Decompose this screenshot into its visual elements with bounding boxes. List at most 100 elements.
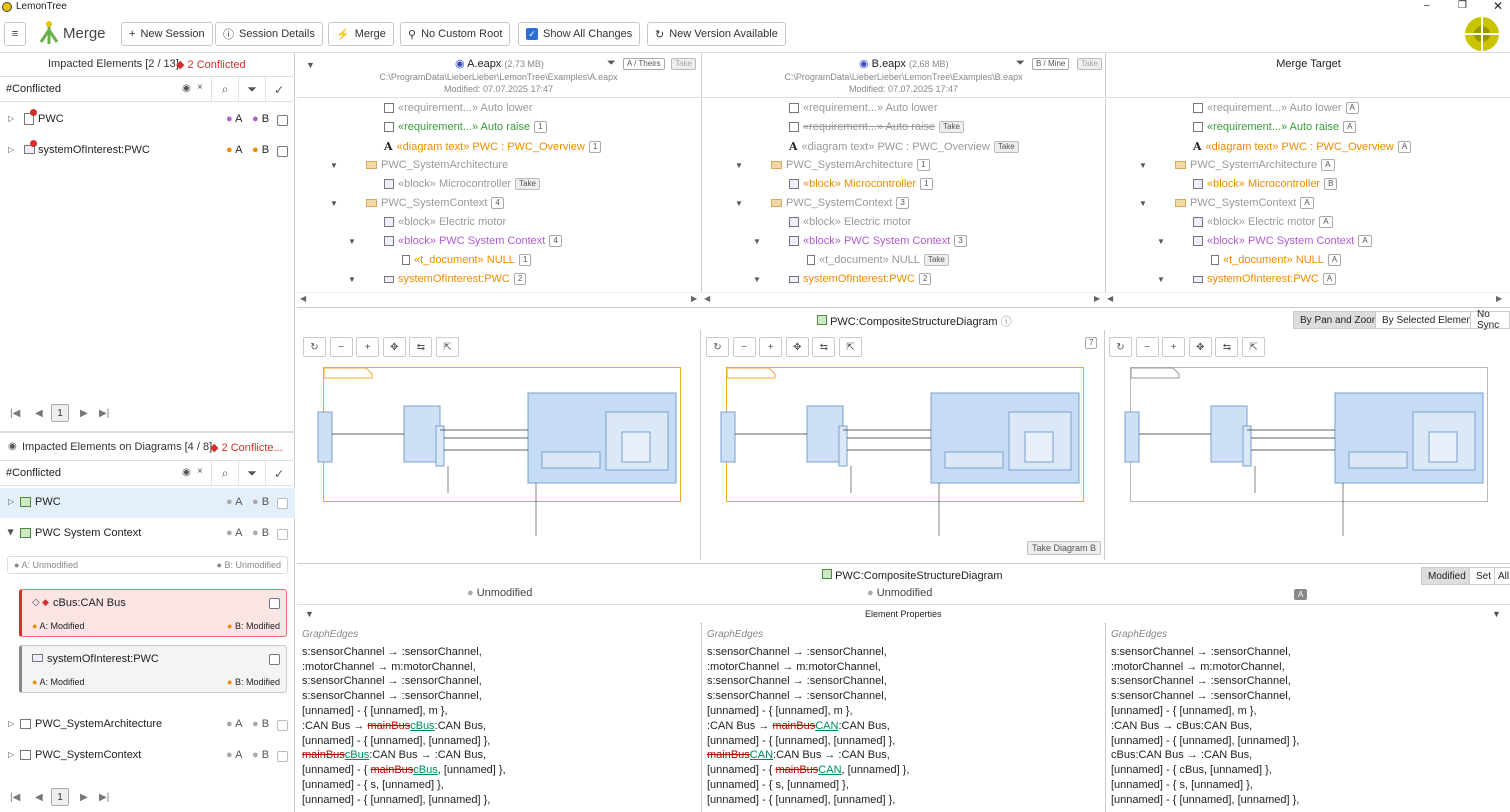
expand-icon[interactable]: ▼	[753, 275, 761, 284]
item-checkbox[interactable]	[277, 115, 288, 126]
sync-pan-zoom-button[interactable]: By Pan and Zoom	[1293, 311, 1388, 329]
next-page-icon[interactable]: ▶	[80, 408, 88, 419]
collapse-icon[interactable]: ▼	[306, 60, 315, 70]
impacted-filter-input[interactable]: #Conflicted	[6, 83, 61, 95]
tree-item[interactable]: «block» Microcontroller 1	[789, 178, 933, 190]
tree-item[interactable]: «requirement...» Auto lower A	[1193, 102, 1359, 114]
card-checkbox[interactable]	[269, 654, 280, 665]
expand-icon[interactable]: ▷	[8, 145, 14, 154]
diagram-canvas[interactable]	[1124, 367, 1488, 536]
collapse-icon[interactable]: ▼	[305, 609, 314, 619]
refresh-icon[interactable]: ↻	[1109, 337, 1132, 357]
collapse-icon[interactable]: ▼	[1492, 609, 1501, 619]
tree-item[interactable]: «t_document» NULL A	[1211, 254, 1342, 266]
session-details-button[interactable]: ⓘ Session Details	[215, 22, 323, 46]
impacted-item-systemofinterest[interactable]: ▷ systemOfInterest:PWC ● A ● B	[0, 136, 295, 166]
tree-item[interactable]: ▼ PWC_SystemArchitecture	[330, 159, 508, 171]
tree-item[interactable]: ▼ PWC_SystemContext A	[1139, 197, 1314, 209]
diagram-filter-input[interactable]: #Conflicted	[6, 467, 61, 479]
zoom-out-icon[interactable]: −	[1135, 337, 1159, 357]
tree-item[interactable]: ▼ «block» PWC System Context 4	[348, 235, 562, 247]
take-button[interactable]: Take	[515, 178, 541, 190]
filter-icon[interactable]: ⏷	[238, 77, 265, 102]
filter-icon[interactable]: ⏷	[238, 461, 265, 486]
collapse-icon[interactable]: ▶	[7, 529, 16, 535]
info-icon[interactable]: ⓘ	[1001, 316, 1012, 328]
restore-icon[interactable]: ❐	[1458, 0, 1467, 11]
zoom-out-icon[interactable]: −	[329, 337, 353, 357]
tree-item[interactable]: «requirement...» Auto raise A	[1193, 121, 1357, 133]
fit-icon[interactable]: ✥	[1188, 337, 1212, 357]
filter-modified-button[interactable]: Modified	[1421, 567, 1473, 585]
refresh-icon[interactable]: ↻	[706, 337, 729, 357]
swap-icon[interactable]: ⇆	[812, 337, 836, 357]
diagram-canvas[interactable]	[317, 367, 681, 536]
item-checkbox[interactable]	[277, 146, 288, 157]
tree-item[interactable]: ▼ systemOfInterest:PWC 2	[348, 273, 527, 285]
open-external-icon[interactable]: ⇱	[839, 337, 862, 357]
first-page-icon[interactable]: |◀	[10, 408, 20, 419]
prev-page-icon[interactable]: ◀	[35, 792, 43, 803]
expand-icon[interactable]: ▼	[735, 199, 743, 208]
tree-item[interactable]: «t_document» NULL 1	[402, 254, 532, 266]
search-icon[interactable]: ⌕	[211, 77, 238, 102]
item-checkbox[interactable]	[277, 720, 288, 731]
show-all-changes-toggle[interactable]: ✓ Show All Changes	[518, 22, 641, 46]
tree-item[interactable]: «block» Microcontroller B	[1193, 178, 1338, 190]
filter-icon[interactable]: ⏷	[1016, 57, 1025, 70]
tree-item[interactable]: ▼ PWC_SystemArchitecture A	[1139, 159, 1335, 171]
new-version-button[interactable]: ↻ New Version Available	[647, 22, 786, 46]
page-number[interactable]: 1	[51, 404, 69, 422]
tree-item[interactable]: «requirement...» Auto lower	[789, 102, 938, 114]
expand-icon[interactable]: ▷	[8, 114, 14, 123]
card-checkbox[interactable]	[269, 598, 280, 609]
tree-item[interactable]: A «diagram text» PWC : PWC_Overview 1	[384, 140, 602, 153]
last-page-icon[interactable]: ▶|	[99, 792, 109, 803]
tree-item[interactable]: ▼ «block» PWC System Context 3	[753, 235, 967, 247]
take-all-button[interactable]: Take	[671, 58, 696, 70]
expand-icon[interactable]: ▷	[8, 719, 14, 728]
minimize-icon[interactable]: –	[1424, 0, 1430, 11]
item-checkbox[interactable]	[277, 529, 288, 540]
tree-item[interactable]: A «diagram text» PWC : PWC_Overview Take	[789, 140, 1019, 153]
tree-item[interactable]: ▼ «block» PWC System Context A	[1157, 235, 1372, 247]
open-external-icon[interactable]: ⇱	[436, 337, 459, 357]
tree-item[interactable]: ▼ PWC_SystemContext 4	[330, 197, 504, 209]
zoom-in-icon[interactable]: +	[759, 337, 783, 357]
last-page-icon[interactable]: ▶|	[99, 408, 109, 419]
check-all-icon[interactable]: ✓	[265, 461, 292, 486]
next-page-icon[interactable]: ▶	[80, 792, 88, 803]
diagram-item-pwc[interactable]: ▷ PWC ● A ● B	[0, 488, 295, 518]
refresh-icon[interactable]: ↻	[303, 337, 326, 357]
zoom-in-icon[interactable]: +	[1162, 337, 1186, 357]
no-sync-button[interactable]: No Sync	[1470, 309, 1510, 331]
scroll-left-icon[interactable]: ◀	[300, 294, 306, 303]
check-all-icon[interactable]: ✓	[265, 77, 292, 102]
scroll-left-icon[interactable]: ◀	[704, 294, 710, 303]
tree-item[interactable]: ▼ PWC_SystemArchitecture 1	[735, 159, 930, 171]
menu-button[interactable]: ≡	[4, 22, 26, 46]
zoom-in-icon[interactable]: +	[356, 337, 380, 357]
tree-item[interactable]: «requirement...» Auto lower	[384, 102, 533, 114]
diagram-canvas[interactable]	[720, 367, 1084, 536]
element-card-cbus[interactable]: ◇ ◆ cBus:CAN Bus ● A: Modified ● B: Modi…	[19, 589, 287, 637]
expand-icon[interactable]: ▼	[1157, 275, 1165, 284]
take-diagram-button[interactable]: Take Diagram B	[1027, 541, 1102, 555]
tree-item[interactable]: ▼ systemOfInterest:PWC 2	[753, 273, 932, 285]
element-card-systemofinterest[interactable]: systemOfInterest:PWC ● A: Modified ● B: …	[19, 645, 287, 693]
tree-item[interactable]: «block» Microcontroller Take	[384, 178, 541, 190]
horizontal-scrollbars[interactable]: ◀ ▶ ◀ ▶ ◀ ▶	[297, 292, 1510, 304]
swap-icon[interactable]: ⇆	[409, 337, 433, 357]
tree-item[interactable]: «t_document» NULL Take	[807, 254, 949, 266]
tree-item[interactable]: «requirement...» Auto raise Take	[789, 121, 964, 133]
tree-item[interactable]: «requirement...» Auto raise 1	[384, 121, 547, 133]
expand-icon[interactable]: ▼	[330, 161, 338, 170]
diagram-item-system-architecture[interactable]: ▷ PWC_SystemArchitecture ● A ● B	[0, 710, 295, 740]
expand-icon[interactable]: ▷	[8, 497, 14, 506]
no-custom-root-button[interactable]: ⚲ No Custom Root	[400, 22, 511, 46]
eye-icon[interactable]: ◉	[182, 83, 191, 94]
diagram-item-pwc-system-context[interactable]: ▶ PWC System Context ● A ● B	[0, 519, 295, 549]
expand-icon[interactable]: ▼	[348, 275, 356, 284]
scroll-right-icon[interactable]: ▶	[691, 294, 697, 303]
filter-all-button[interactable]: All	[1494, 567, 1510, 585]
